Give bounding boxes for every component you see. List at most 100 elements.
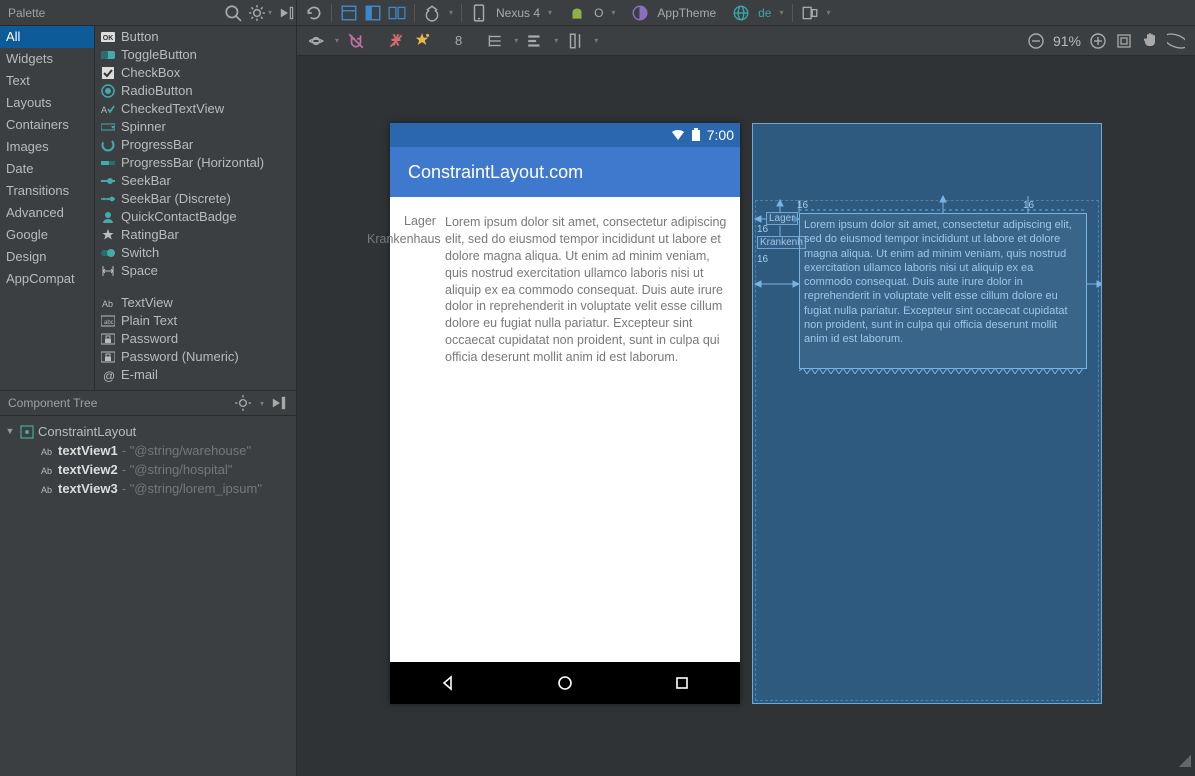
device-name[interactable]: Nexus 4 (496, 6, 540, 20)
clear-constraints-icon[interactable] (387, 32, 405, 50)
palette-widget[interactable]: OKButton (95, 28, 296, 46)
palette-widget[interactable]: ProgressBar (Horizontal) (95, 154, 296, 172)
palette-category[interactable]: Images (0, 136, 94, 158)
quick-icon (101, 210, 115, 224)
default-margin-value[interactable]: 8 (455, 33, 462, 48)
view-options-icon[interactable] (307, 32, 325, 50)
design-preview[interactable]: 7:00 ConstraintLayout.com Lager Krankenh… (390, 123, 740, 704)
palette-category[interactable]: Layouts (0, 92, 94, 114)
svg-text:Ab: Ab (102, 299, 113, 309)
api-level[interactable]: O (594, 6, 603, 20)
chevron-down-icon[interactable]: ▾ (779, 8, 783, 17)
design-surface[interactable]: 7:00 ConstraintLayout.com Lager Krankenh… (297, 56, 1195, 776)
collapse-left-icon[interactable] (278, 4, 296, 22)
ctree-root[interactable]: ▼ ConstraintLayout (4, 422, 292, 441)
zoom-out-icon[interactable] (1027, 32, 1045, 50)
back-icon[interactable] (439, 674, 457, 692)
chevron-down-icon[interactable]: ▾ (554, 36, 558, 45)
textview-lorem[interactable]: Lorem ipsum dolor sit amet, consectetur … (445, 214, 728, 366)
palette-widget[interactable]: Password (95, 330, 296, 348)
palette-widget-list: OKButtonToggleButtonCheckBoxRadioButtonA… (95, 26, 296, 390)
palette-category[interactable]: Text (0, 70, 94, 92)
ctree-root-label: ConstraintLayout (38, 422, 136, 441)
textview-krankenhaus[interactable]: Krankenhaus (367, 231, 441, 248)
ctree-item[interactable]: AbtextView1 - "@string/warehouse" (4, 441, 292, 460)
refresh-icon[interactable] (305, 4, 323, 22)
chevron-down-icon[interactable]: ▾ (449, 8, 453, 17)
zoom-in-icon[interactable] (1089, 32, 1107, 50)
palette-category[interactable]: Google (0, 224, 94, 246)
palette-widget[interactable]: QuickContactBadge (95, 208, 296, 226)
home-icon[interactable] (556, 674, 574, 692)
palette-categories: AllWidgetsTextLayoutsContainersImagesDat… (0, 26, 95, 390)
widget-label: SeekBar (Discrete) (121, 190, 231, 208)
constraintlayout-icon (20, 425, 34, 439)
palette-widget[interactable]: SeekBar (95, 172, 296, 190)
plain-icon: abc (101, 314, 115, 328)
chevron-down-icon[interactable]: ▾ (611, 8, 615, 17)
palette-widget[interactable]: SeekBar (Discrete) (95, 190, 296, 208)
chevron-down-icon[interactable]: ▾ (514, 36, 518, 45)
palette-widget[interactable]: AbTextView (95, 294, 296, 312)
palette-category[interactable]: Widgets (0, 48, 94, 70)
collapse-left-icon[interactable] (270, 394, 288, 412)
palette-widget[interactable]: ProgressBar (95, 136, 296, 154)
preview-blueprint-icon[interactable] (364, 4, 382, 22)
search-icon[interactable] (224, 4, 242, 22)
palette-category[interactable]: Advanced (0, 202, 94, 224)
fragment-icon[interactable] (801, 4, 819, 22)
bp-label-lager[interactable]: Lager (766, 212, 798, 225)
palette-widget[interactable]: Space (95, 262, 296, 280)
palette-widget[interactable]: Password (Numeric) (95, 348, 296, 366)
bp-textview-lorem[interactable]: Lorem ipsum dolor sit amet, consectetur … (799, 213, 1087, 369)
palette-widget[interactable]: Spinner (95, 118, 296, 136)
theme-name[interactable]: AppTheme (657, 6, 716, 20)
palette-category[interactable]: Transitions (0, 180, 94, 202)
statusbar: 7:00 (390, 123, 740, 147)
magnet-icon[interactable] (347, 32, 365, 50)
gear-icon[interactable] (248, 4, 266, 22)
chevron-down-icon[interactable]: ▾ (827, 8, 831, 17)
textview-lager[interactable]: Lager (404, 213, 436, 230)
pan-icon[interactable] (1141, 32, 1159, 50)
recents-icon[interactable] (673, 674, 691, 692)
palette-widget[interactable]: ACheckedTextView (95, 100, 296, 118)
palette-widget[interactable]: Switch (95, 244, 296, 262)
guidelines-icon[interactable] (566, 32, 584, 50)
blueprint-preview[interactable]: Lager Krankenh 16 16 16 16 Lorem ipsum d… (752, 123, 1102, 704)
palette-widget[interactable]: abcPlain Text (95, 312, 296, 330)
ctree-item-name: textView2 (58, 460, 118, 479)
palette-category[interactable]: Design (0, 246, 94, 268)
chevron-down-icon[interactable]: ▾ (594, 36, 598, 45)
pack-icon[interactable] (486, 32, 504, 50)
palette-widget[interactable]: RatingBar (95, 226, 296, 244)
chevron-down-icon[interactable]: ▾ (335, 36, 339, 45)
ctree-item[interactable]: AbtextView2 - "@string/hospital" (4, 460, 292, 479)
resize-handle-icon[interactable]: ◢ (1179, 750, 1189, 770)
preview-both-icon[interactable] (388, 4, 406, 22)
chevron-down-icon[interactable]: ▾ (260, 399, 264, 408)
palette-category[interactable]: All (0, 26, 94, 48)
zoom-fit-icon[interactable] (1115, 32, 1133, 50)
error-panel-icon[interactable] (1167, 32, 1185, 50)
palette-widget[interactable]: CheckBox (95, 64, 296, 82)
locale-name[interactable]: de (758, 6, 771, 20)
design-content[interactable]: Lager Krankenhaus Lorem ipsum dolor sit … (390, 197, 740, 662)
palette-category[interactable]: AppCompat (0, 268, 94, 290)
chevron-down-icon[interactable]: ▾ (268, 8, 272, 17)
component-tree: ▼ ConstraintLayout AbtextView1 - "@strin… (0, 416, 296, 776)
infer-constraints-icon[interactable] (413, 32, 431, 50)
chevron-down-icon[interactable]: ▾ (548, 8, 552, 17)
gear-icon[interactable] (234, 394, 252, 412)
ctree-item-hint: - "@string/hospital" (122, 460, 233, 479)
preview-design-icon[interactable] (340, 4, 358, 22)
palette-widget[interactable]: @E-mail (95, 366, 296, 384)
palette-category[interactable]: Containers (0, 114, 94, 136)
palette-widget[interactable]: RadioButton (95, 82, 296, 100)
align-icon[interactable] (526, 32, 544, 50)
palette-category[interactable]: Date (0, 158, 94, 180)
orientation-icon[interactable] (423, 4, 441, 22)
palette-widget[interactable]: ToggleButton (95, 46, 296, 64)
ctree-item[interactable]: AbtextView3 - "@string/lorem_ipsum" (4, 479, 292, 498)
zoom-level[interactable]: 91% (1053, 33, 1081, 49)
